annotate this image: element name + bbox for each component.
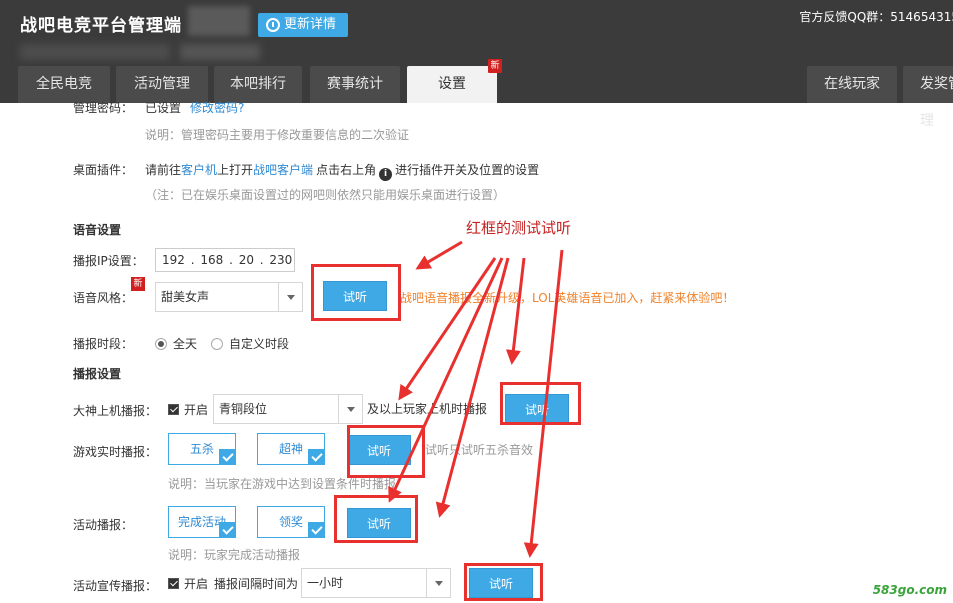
checkbox-label: 开启 [184, 403, 209, 417]
voice-section-title: 语音设置 [73, 223, 122, 237]
update-details-label: 更新详情 [284, 17, 337, 32]
checkbox-checked[interactable] [168, 578, 179, 589]
period-option-custom[interactable]: 自定义时段 [211, 335, 289, 352]
option-penta-kill[interactable]: 五杀 [168, 433, 236, 465]
option-legendary[interactable]: 超神 [257, 433, 325, 465]
password-label: 管理密码： [73, 101, 134, 115]
new-badge: 新 [131, 277, 145, 291]
checkbox-label: 开启 [184, 577, 209, 591]
ip-input[interactable]: 192 . 168 . 20 . 230 [155, 248, 295, 272]
tab-bar-ranking[interactable]: 本吧排行 [214, 66, 302, 103]
plugin-text-prefix: 请前往 [145, 163, 182, 177]
app-title: 战吧电竞平台管理端 [20, 16, 182, 36]
tab-label: 设置 [438, 76, 466, 92]
period-option-label: 自定义时段 [229, 337, 290, 351]
tab-quanmin-dianjing[interactable]: 全民电竞 [18, 66, 110, 103]
settings-panel: 管理密码： 已设置 修改密码? 说明：管理密码主要用于修改重要信息的二次验证 桌… [0, 101, 953, 603]
desktop-plugin-text: 请前往客户机上打开战吧客户端 点击右上角 i 进行插件开关及位置的设置 [145, 161, 539, 181]
desktop-plugin-label: 桌面插件： [73, 163, 134, 177]
new-badge: 新 [488, 59, 502, 73]
option-label: 领奖 [278, 515, 303, 529]
chevron-down-icon [278, 283, 302, 311]
option-label: 超神 [278, 442, 303, 456]
game-live-hint: 试听只试听五杀音效 [425, 443, 534, 457]
check-icon [308, 522, 325, 538]
ip-label: 播报IP设置： [73, 254, 144, 268]
watermark: 583go.com [872, 583, 947, 597]
checkbox-checked[interactable] [168, 404, 179, 415]
voice-promo-text: 战吧语音播报全新升级，LOL英雄语音已加入，赶紧来体验吧！ [400, 291, 735, 305]
tab-settings[interactable]: 设置 新 [407, 59, 502, 103]
desktop-plugin-note: （注：已在娱乐桌面设置过的网吧则依然只能用娱乐桌面进行设置） [145, 188, 506, 202]
chevron-down-icon [426, 569, 450, 597]
change-password-link[interactable]: 修改密码? [190, 99, 244, 116]
interval-select-value: 一小时 [307, 576, 344, 590]
game-live-note: 说明：当玩家在游戏中达到设置条件时播报 [168, 477, 397, 491]
broadcast-period-label: 播报时段： [73, 337, 134, 351]
promo-broadcast-checkbox[interactable]: 开启 [168, 575, 208, 592]
chevron-down-icon [338, 395, 362, 423]
blurred-info-2 [180, 44, 260, 60]
rank-select[interactable]: 青铜段位 [213, 394, 363, 424]
password-status: 已设置 [145, 101, 182, 115]
interval-label: 播报间隔时间为 [214, 577, 299, 591]
period-option-label: 全天 [173, 337, 198, 351]
annotation-red-box [334, 495, 418, 543]
blurred-logo [188, 6, 250, 36]
option-complete-activity[interactable]: 完成活动 [168, 506, 236, 538]
top-header: 战吧电竞平台管理端 更新详情 官方反馈QQ群：514654315 全民电竞 活动… [0, 0, 953, 129]
option-label: 五杀 [189, 442, 214, 456]
check-icon [219, 449, 236, 465]
rank-select-value: 青铜段位 [219, 402, 268, 416]
tab-label: 在线玩家 [824, 76, 880, 92]
annotation-red-box [347, 425, 425, 478]
annotation-red-box [311, 264, 401, 321]
password-note: 说明：管理密码主要用于修改重要信息的二次验证 [145, 128, 410, 142]
check-icon [308, 449, 325, 465]
plugin-text-tail: 进行插件开关及位置的设置 [395, 163, 540, 177]
client-machine-link[interactable]: 客户机 [181, 163, 217, 177]
master-online-label: 大神上机播报： [73, 404, 158, 418]
activity-note: 说明：玩家完成活动播报 [168, 548, 301, 562]
voice-style-select[interactable]: 甜美女声 [155, 282, 303, 312]
broadcast-section-title: 播报设置 [73, 367, 122, 381]
tab-award-management[interactable]: 发奖管理 [903, 66, 953, 129]
interval-select[interactable]: 一小时 [301, 568, 451, 598]
radio-unselected[interactable] [211, 338, 223, 350]
tab-activity-management[interactable]: 活动管理 [116, 66, 208, 103]
tab-match-stats[interactable]: 赛事统计 [310, 66, 400, 103]
radio-selected[interactable] [155, 338, 167, 350]
game-live-label: 游戏实时播报： [73, 445, 158, 459]
voice-style-value: 甜美女声 [161, 290, 210, 304]
info-icon: i [379, 168, 393, 181]
blurred-info [20, 44, 170, 60]
activity-broadcast-label: 活动播报： [73, 518, 134, 532]
plugin-text-mid: 上打开 [217, 163, 254, 177]
annotation-text: 红框的测试试听 [466, 219, 572, 237]
master-online-suffix: 及以上玩家上机时播报 [367, 402, 488, 416]
tab-label: 活动管理 [134, 76, 190, 92]
tab-label: 本吧排行 [230, 76, 286, 92]
tab-label: 全民电竞 [36, 76, 92, 92]
zhanba-client-link[interactable]: 战吧客户端 [253, 163, 313, 177]
qq-feedback: 官方反馈QQ群：514654315 [799, 10, 953, 24]
annotation-red-box [464, 563, 543, 601]
option-claim-reward[interactable]: 领奖 [257, 506, 325, 538]
voice-style-label: 语音风格： [73, 291, 134, 305]
period-option-all-day[interactable]: 全天 [155, 335, 197, 352]
update-details-button[interactable]: 更新详情 [258, 13, 348, 37]
promo-broadcast-label: 活动宣传播报： [73, 579, 158, 593]
clock-icon [266, 18, 280, 32]
plugin-text-after: 点击右上角 [316, 163, 377, 177]
annotation-red-box [500, 382, 581, 425]
tab-label: 赛事统计 [327, 76, 383, 92]
tab-online-players[interactable]: 在线玩家 [807, 66, 897, 103]
master-online-checkbox[interactable]: 开启 [168, 401, 208, 418]
check-icon [219, 522, 236, 538]
